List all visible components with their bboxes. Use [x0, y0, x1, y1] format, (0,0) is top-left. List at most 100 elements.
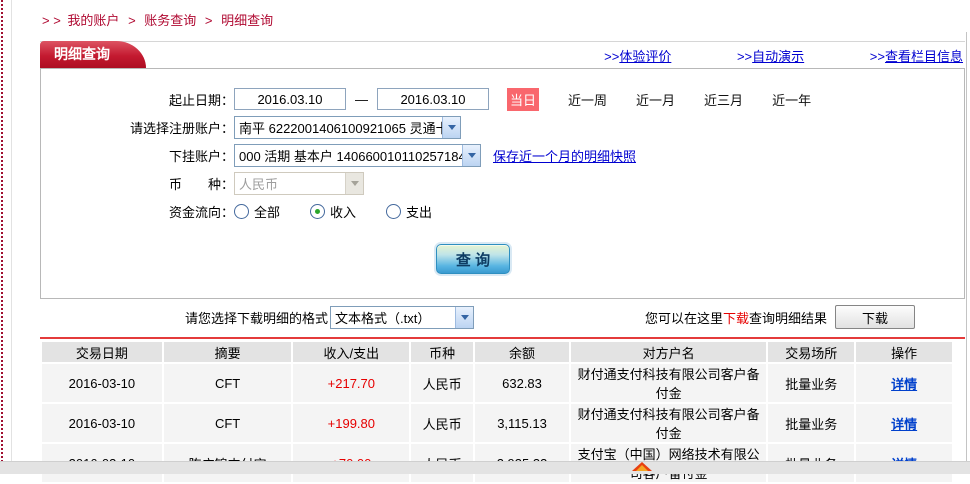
detail-link[interactable]: 详情 — [891, 417, 917, 432]
cell-counterparty: 财付通支付科技有限公司客户备付金 — [570, 404, 767, 442]
radio-unchecked-icon[interactable] — [234, 203, 249, 219]
col-header-summary: 摘要 — [163, 342, 292, 362]
breadcrumb-separator: > — [128, 13, 136, 28]
table-header-row: 交易日期 摘要 收入/支出 币种 余额 对方户名 交易场所 操作 — [42, 342, 952, 362]
col-header-action: 操作 — [856, 342, 952, 362]
radio-unchecked-icon[interactable] — [386, 203, 402, 219]
col-header-amount: 收入/支出 — [293, 342, 410, 362]
breadcrumb-separator: > — [204, 13, 213, 28]
breadcrumb-item-account-query[interactable]: 账务查询 — [144, 13, 196, 28]
breadcrumb-prefix: > > — [42, 13, 61, 28]
currency-row: 币 种： 人民币 — [41, 169, 964, 197]
cell-place: 批量业务 — [768, 364, 855, 402]
auto-demo-link[interactable]: >>自动演示 — [737, 49, 804, 64]
quick-range-month[interactable]: 近一月 — [636, 90, 675, 109]
cell-balance: 632.83 — [475, 364, 569, 402]
date-range-label: 起止日期： — [168, 92, 234, 108]
date-to-input[interactable] — [377, 88, 489, 110]
red-divider — [40, 337, 965, 339]
quick-range-week[interactable]: 近一周 — [568, 90, 607, 109]
quick-range-year[interactable]: 近一年 — [772, 90, 811, 109]
breadcrumb-item-my-account[interactable]: 我的账户 — [67, 13, 119, 28]
cell-currency: 人民币 — [411, 364, 474, 402]
chevron-down-icon — [455, 306, 474, 328]
view-column-info-link[interactable]: >>查看栏目信息 — [870, 49, 963, 64]
cell-action: 详情 — [856, 404, 952, 442]
flow-option-income[interactable]: 收入 — [310, 202, 356, 221]
cell-summary: CFT — [163, 404, 292, 442]
tab-label: 明细查询 — [54, 46, 110, 62]
download-format-value: 文本格式（.txt） — [335, 310, 431, 326]
download-hint-pre: 您可以在这里 — [644, 310, 723, 326]
download-hint-post: 查询明细结果 — [748, 310, 827, 326]
col-header-currency: 币种 — [411, 342, 474, 362]
flow-option-income-label: 收入 — [330, 204, 357, 220]
cell-amount: +199.80 — [293, 404, 410, 442]
col-header-date: 交易日期 — [42, 342, 162, 362]
left-dotted-border — [1, 0, 3, 474]
currency-value: 人民币 — [239, 176, 279, 192]
flow-option-all-label: 全部 — [254, 204, 281, 220]
chevron-down-icon — [442, 116, 460, 138]
register-account-row: 请选择注册账户： 南平 6222001406100921065 灵通卡 — [41, 113, 964, 141]
table-row: 2016-03-10 CFT +199.80 人民币 3,115.13 财付通支… — [42, 404, 952, 442]
main-content: > > 我的账户 > 账务查询 > 明细查询 明细查询 >>体验评价 >>自动演… — [40, 0, 965, 484]
sub-account-value: 000 活期 基本户 1406600101102571848 — [239, 148, 462, 164]
query-form: 起止日期： — 当日 近一周 近一月 近三月 近一年 请选择注册账户： 南平 6… — [40, 68, 965, 299]
link-prefix: >> — [736, 49, 753, 64]
experience-review-link[interactable]: >>体验评价 — [604, 49, 671, 64]
fund-flow-row: 资金流向： 全部 收入 支出 — [41, 197, 964, 225]
cell-amount: +217.70 — [293, 364, 410, 402]
query-button[interactable]: 查 询 — [436, 244, 510, 274]
cell-currency: 人民币 — [411, 404, 474, 442]
register-account-label: 请选择注册账户： — [129, 120, 234, 136]
cell-date: 2016-03-10 — [42, 364, 162, 402]
fund-flow-label: 资金流向： — [168, 204, 234, 220]
sub-account-select[interactable]: 000 活期 基本户 1406600101102571848 — [234, 143, 481, 167]
flow-option-expense-label: 支出 — [406, 204, 433, 220]
link-label: 查看栏目信息 — [884, 49, 963, 64]
register-account-select[interactable]: 南平 6222001406100921065 灵通卡 — [234, 115, 461, 139]
quick-range-quarter[interactable]: 近三月 — [704, 90, 743, 109]
save-month-snapshot-link[interactable]: 保存近一个月的明细快照 — [493, 146, 636, 165]
table-row: 2016-03-10 CFT +217.70 人民币 632.83 财付通支付科… — [42, 364, 952, 402]
link-prefix: >> — [869, 49, 885, 64]
left-divider-line — [11, 0, 12, 461]
sub-account-label: 下挂账户： — [168, 148, 234, 164]
chevron-down-icon — [345, 172, 363, 194]
detail-link[interactable]: 详情 — [891, 377, 917, 392]
tab-row: 明细查询 >>体验评价 >>自动演示 >>查看栏目信息 — [40, 41, 965, 68]
scroll-to-top-icon[interactable] — [632, 462, 652, 471]
download-button[interactable]: 下载 — [835, 305, 915, 329]
today-badge[interactable]: 当日 — [507, 87, 540, 111]
bottom-bar — [0, 461, 970, 474]
link-prefix: >> — [604, 49, 620, 64]
cell-balance: 3,115.13 — [475, 404, 569, 442]
col-header-balance: 余额 — [475, 342, 569, 362]
date-range-row: 起止日期： — 当日 近一周 近一月 近三月 近一年 — [41, 85, 964, 113]
link-label: 体验评价 — [619, 49, 672, 64]
cell-summary: CFT — [163, 364, 292, 402]
download-format-group: 请您选择下载明细的格式 文本格式（.txt） — [185, 305, 475, 329]
link-label: 自动演示 — [752, 49, 805, 64]
download-format-select[interactable]: 文本格式（.txt） — [330, 305, 475, 329]
register-account-value: 南平 6222001406100921065 灵通卡 — [239, 120, 442, 136]
radio-checked-icon[interactable] — [310, 203, 326, 219]
currency-select: 人民币 — [234, 171, 364, 195]
date-range-dash: — — [355, 91, 368, 107]
flow-option-all[interactable]: 全部 — [234, 202, 280, 221]
tab-detail-query[interactable]: 明细查询 — [40, 41, 146, 68]
right-divider-line — [966, 32, 967, 461]
sub-account-row: 下挂账户： 000 活期 基本户 1406600101102571848 保存近… — [41, 141, 964, 169]
col-header-place: 交易场所 — [768, 342, 855, 362]
col-header-counterparty: 对方户名 — [570, 342, 767, 362]
flow-option-expense[interactable]: 支出 — [386, 202, 432, 221]
download-hint-link[interactable]: 下载 — [723, 308, 749, 327]
header-links: >>体验评价 >>自动演示 >>查看栏目信息 — [542, 46, 963, 65]
cell-counterparty: 财付通支付科技有限公司客户备付金 — [570, 364, 767, 402]
date-from-input[interactable] — [234, 88, 346, 110]
download-format-label: 请您选择下载明细的格式 — [185, 310, 329, 326]
breadcrumb-item-detail-query: 明细查询 — [221, 13, 274, 28]
cell-action: 详情 — [856, 364, 952, 402]
currency-label: 币 种： — [168, 176, 234, 192]
